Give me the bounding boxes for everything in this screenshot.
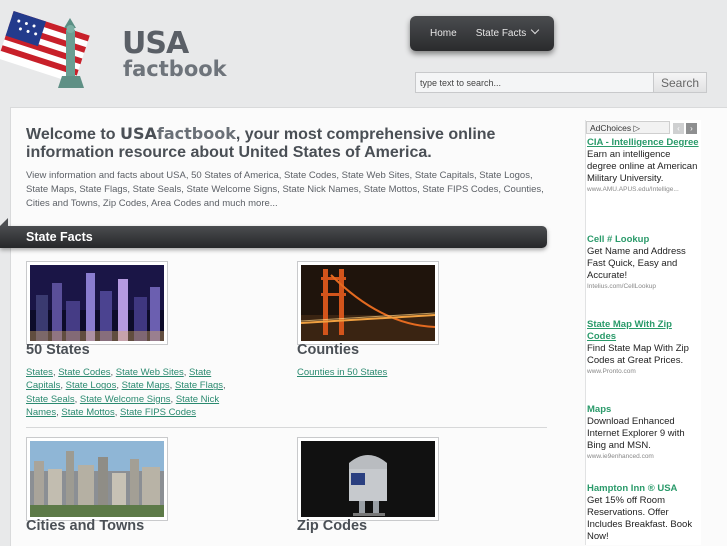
link-state-mottos[interactable]: State Mottos	[61, 407, 114, 418]
ad-description: Get 15% off Room Reservations. Offer Inc…	[587, 495, 693, 542]
link-state-logos[interactable]: State Logos	[66, 380, 117, 391]
thumb-cities-and-towns[interactable]	[26, 437, 168, 521]
ad-url[interactable]: www.Pronto.com	[587, 367, 699, 377]
card-divider	[26, 427, 547, 428]
link-state-seals[interactable]: State Seals	[26, 394, 75, 405]
section-header: State Facts	[0, 218, 547, 248]
ad-title[interactable]: Maps	[587, 404, 699, 416]
page-title: Welcome to USAfactbook, your most compre…	[26, 125, 546, 162]
logo-usa: USA	[122, 26, 189, 61]
welcome-prefix: Welcome to	[26, 126, 120, 143]
nav-state-facts[interactable]: State Facts	[475, 25, 540, 39]
card-title-counties[interactable]: Counties	[297, 342, 359, 358]
link-counties-in-50-states[interactable]: Counties in 50 States	[297, 367, 387, 378]
ad-description: Get Name and Address Fast Quick, Easy an…	[587, 246, 686, 281]
ad-item[interactable]: Cell # Lookup Get Name and Address Fast …	[587, 234, 699, 292]
ad-title[interactable]: Cell # Lookup	[587, 234, 699, 246]
ad-description: Find State Map With Zip Codes at Great P…	[587, 343, 689, 366]
ad-url[interactable]: www.ie9enhanced.com	[587, 452, 699, 462]
ad-title[interactable]: State Map With Zip Codes	[587, 319, 699, 343]
section-ribbon-notch	[0, 218, 8, 226]
chevron-down-icon	[531, 25, 540, 35]
ad-next-icon[interactable]: ›	[686, 123, 697, 134]
link-states[interactable]: States	[26, 367, 53, 378]
card-title-cities-and-towns[interactable]: Cities and Towns	[26, 518, 144, 534]
ad-title[interactable]: Hampton Inn ® USA	[587, 483, 699, 495]
card-title-zip-codes[interactable]: Zip Codes	[297, 518, 367, 534]
section-title: State Facts	[26, 230, 93, 244]
thumb-50-states[interactable]	[26, 261, 168, 345]
ad-prev-icon[interactable]: ‹	[673, 123, 684, 134]
card-title-50-states[interactable]: 50 States	[26, 342, 90, 358]
search-input[interactable]	[415, 72, 659, 93]
link-state-web-sites[interactable]: State Web Sites	[116, 367, 184, 378]
ad-url[interactable]: www.AMU.APUS.edu/Intellige...	[587, 185, 699, 195]
nav-home[interactable]: Home	[430, 28, 457, 39]
ad-description: Earn an intelligence degree online at Am…	[587, 149, 698, 184]
adchoices-text: AdChoices	[590, 123, 632, 133]
card-links-counties: Counties in 50 States	[297, 366, 512, 379]
search-button[interactable]: Search	[653, 72, 707, 93]
thumb-zip-codes[interactable]	[297, 437, 439, 521]
link-state-flags[interactable]: State Flags	[175, 380, 223, 391]
ad-item[interactable]: Maps Download Enhanced Internet Explorer…	[587, 404, 699, 462]
link-state-maps[interactable]: State Maps	[122, 380, 170, 391]
usa-flag-logo[interactable]	[0, 8, 116, 92]
link-state-codes[interactable]: State Codes	[58, 367, 110, 378]
link-state-welcome-signs[interactable]: State Welcome Signs	[80, 394, 171, 405]
ad-item[interactable]: State Map With Zip Codes Find State Map …	[587, 319, 699, 377]
site-logo-text[interactable]: USA factbook	[122, 26, 227, 81]
nav-state-facts-label: State Facts	[475, 28, 527, 39]
ad-title[interactable]: CIA - Intelligence Degree	[587, 137, 699, 149]
adchoices-label[interactable]: AdChoices ▷	[586, 121, 670, 134]
ad-item[interactable]: Hampton Inn ® USA Get 15% off Room Reser…	[587, 483, 699, 543]
intro-text: View information and facts about USA, 50…	[26, 170, 544, 209]
brand-factbook: factbook	[156, 124, 236, 143]
ad-item[interactable]: CIA - Intelligence Degree Earn an intell…	[587, 137, 699, 195]
top-navigation: Home State Facts	[410, 16, 554, 51]
link-state-fips-codes[interactable]: State FIPS Codes	[120, 407, 196, 418]
adchoices-icon: ▷	[633, 123, 641, 133]
card-links-50-states: States, State Codes, State Web Sites, St…	[26, 367, 226, 418]
brand-usa: USA	[119, 124, 157, 143]
thumb-counties[interactable]	[297, 261, 439, 345]
ad-description: Download Enhanced Internet Explorer 9 wi…	[587, 416, 685, 451]
ad-url[interactable]: Intelius.com/CellLookup	[587, 282, 699, 292]
logo-factbook: factbook	[123, 57, 227, 81]
